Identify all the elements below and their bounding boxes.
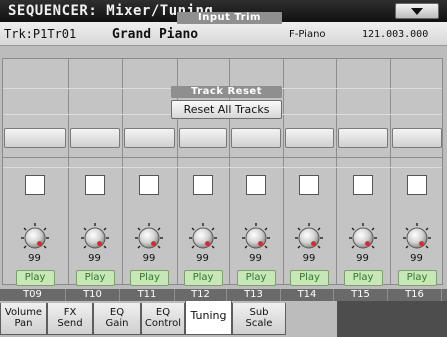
tab-label-line2: Control	[144, 318, 182, 329]
column-divider	[283, 59, 284, 284]
tab-volume-pan[interactable]: Volume Pan	[0, 303, 47, 335]
track-number-label: T14	[281, 289, 334, 301]
track-number-row: T09 T10 T11 T12 T13 T14 T15 T16	[0, 289, 447, 301]
track-number-label: T12	[175, 289, 227, 301]
tab-label-line2: Gain	[105, 318, 129, 329]
play-mute-button[interactable]: Play	[130, 270, 169, 286]
tab-label-line1: Volume	[4, 307, 43, 318]
track-reset-button[interactable]	[231, 128, 281, 148]
program-name[interactable]: Grand Piano	[112, 27, 198, 42]
input-trim-knob[interactable]	[188, 222, 218, 252]
input-trim-knob[interactable]	[20, 222, 50, 252]
track-number-label: T16	[388, 289, 442, 301]
input-trim-value: 99	[249, 253, 262, 264]
bypass-checkbox[interactable]	[299, 175, 319, 195]
input-trim-value: 99	[302, 253, 316, 264]
track-number-label: T09	[0, 289, 66, 301]
play-mute-button[interactable]: Play	[15, 270, 55, 286]
row-divider	[3, 167, 442, 168]
track-number-label: T11	[120, 289, 175, 301]
chevron-down-icon	[411, 8, 423, 15]
row-divider	[3, 157, 442, 158]
tab-label-line1: FX	[63, 307, 77, 318]
tab-bar-empty	[337, 301, 447, 337]
track-reset-button[interactable]	[70, 128, 120, 148]
input-trim-knob[interactable]	[294, 222, 324, 252]
play-mute-button[interactable]: Play	[75, 270, 115, 286]
input-trim-knob[interactable]	[402, 222, 432, 252]
tab-fx-send[interactable]: FX Send	[47, 303, 93, 335]
input-trim-value: 99	[28, 253, 41, 264]
input-trim-knob[interactable]	[80, 222, 110, 252]
input-trim-knob[interactable]	[348, 222, 378, 252]
info-bar: Trk:P1Tr01 Grand Piano F-Piano 121.003.0…	[0, 22, 447, 46]
tab-sub-scale[interactable]: Sub Scale	[232, 303, 286, 335]
section-label-track-reset: Track Reset	[171, 86, 282, 98]
input-trim-value: 99	[142, 253, 156, 264]
program-category: F-Piano	[289, 29, 326, 40]
track-reset-button[interactable]	[338, 128, 388, 148]
track-reset-button[interactable]	[285, 128, 334, 148]
tab-label-line1: Tuning	[190, 309, 227, 322]
page-menu-button[interactable]	[395, 3, 439, 19]
column-divider	[390, 59, 391, 284]
play-mute-button[interactable]: Play	[397, 270, 437, 286]
tab-label-line2: Send	[57, 318, 83, 329]
play-mute-button[interactable]: Play	[183, 270, 223, 286]
bypass-checkbox[interactable]	[352, 175, 373, 195]
tab-label-line1: Sub	[249, 307, 269, 318]
play-mute-button[interactable]: Play	[290, 270, 329, 286]
bypass-checkbox[interactable]	[24, 175, 45, 195]
track-indicator: Trk:P1Tr01	[4, 27, 77, 41]
column-divider	[68, 59, 69, 284]
tab-bar: Volume Pan FX Send EQ Gain EQ Control Tuning Sub S…	[0, 301, 447, 337]
tab-eq-gain[interactable]: EQ Gain	[93, 303, 141, 335]
track-reset-button[interactable]	[4, 128, 66, 148]
column-divider	[336, 59, 337, 284]
sequencer-mixer-tuning-screen: SEQUENCER: Mixer/Tuning Trk:P1Tr01 Grand…	[0, 0, 447, 337]
input-trim-value: 99	[88, 253, 101, 264]
input-trim-value: 99	[410, 253, 423, 264]
tab-eq-control[interactable]: EQ Control	[141, 303, 185, 335]
section-label-input-trim: Input Trim	[177, 12, 282, 24]
tab-label-line1: EQ	[109, 307, 125, 318]
tab-label-line2: Scale	[245, 318, 273, 329]
track-reset-button[interactable]	[124, 128, 175, 148]
input-trim-knob[interactable]	[134, 222, 164, 252]
tab-label-line2: Pan	[14, 318, 33, 329]
input-trim-value: 99	[356, 253, 369, 264]
track-reset-button[interactable]	[392, 128, 442, 148]
reset-all-tracks-button[interactable]: Reset All Tracks	[171, 100, 282, 119]
track-number-label: T13	[227, 289, 281, 301]
play-mute-button[interactable]: Play	[236, 270, 276, 286]
column-divider	[122, 59, 123, 284]
track-number-label: T15	[334, 289, 388, 301]
input-trim-value: 99	[196, 253, 209, 264]
play-mute-button[interactable]: Play	[343, 270, 383, 286]
track-number-label: T10	[66, 289, 120, 301]
input-trim-knob[interactable]	[241, 222, 271, 252]
bypass-checkbox[interactable]	[84, 175, 105, 195]
bypass-checkbox[interactable]	[192, 175, 213, 195]
bypass-checkbox[interactable]	[139, 175, 159, 195]
bypass-checkbox[interactable]	[245, 175, 266, 195]
song-position: 121.003.000	[362, 29, 429, 40]
bypass-checkbox[interactable]	[406, 175, 427, 195]
tab-label-line1: EQ	[155, 307, 171, 318]
tab-tuning[interactable]: Tuning	[185, 301, 232, 335]
track-reset-button[interactable]	[179, 128, 227, 148]
mixer-area	[0, 46, 447, 289]
